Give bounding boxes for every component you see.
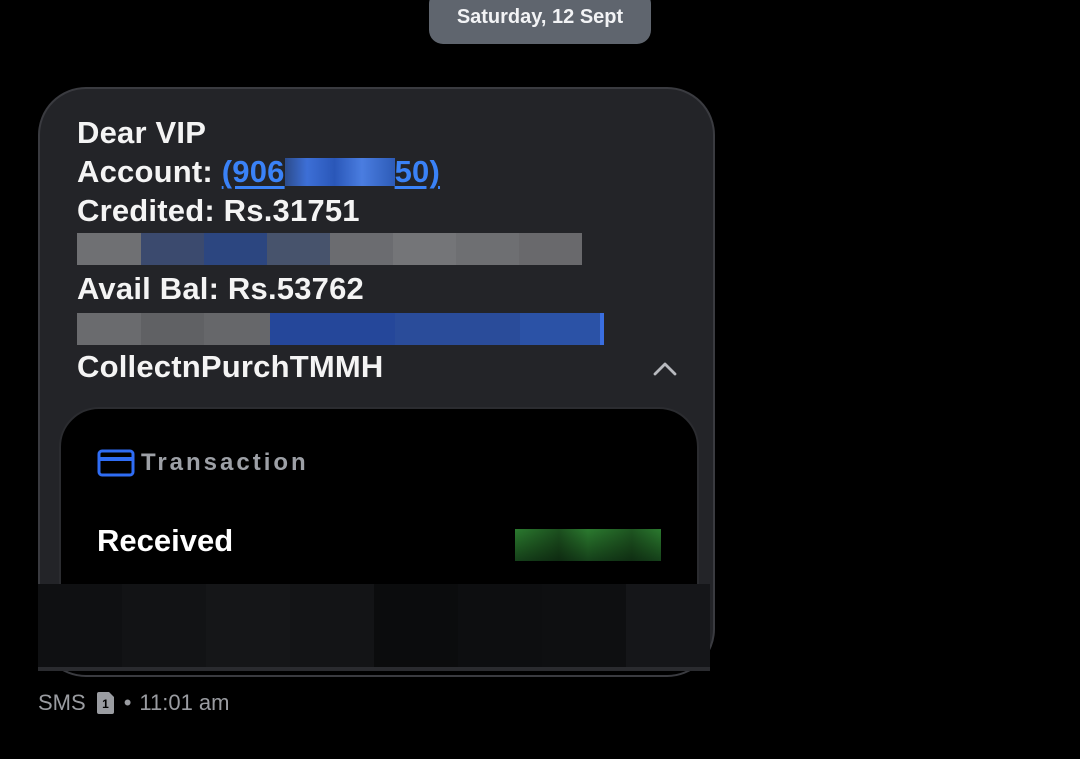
chevron-up-icon[interactable] <box>651 355 679 383</box>
blurred-overlay <box>38 584 710 670</box>
channel-label: SMS <box>38 690 86 715</box>
account-number-link[interactable]: (906 50) <box>222 154 440 189</box>
message-available-balance: Avail Bal: Rs.53762 <box>77 271 364 306</box>
account-label: Account: <box>77 154 222 189</box>
transaction-status: Received <box>97 523 234 558</box>
credit-card-icon <box>97 449 135 477</box>
amount-redaction <box>515 529 661 561</box>
svg-text:1: 1 <box>102 697 109 711</box>
message-greeting: Dear VIP <box>77 115 207 150</box>
date-header: Saturday, 12 Sept <box>429 0 651 44</box>
sim-1-icon: 1 <box>96 692 114 714</box>
message-footer: SMS 1 • 11:01 am <box>38 690 230 716</box>
message-account-line: Account: (906 50) <box>77 154 440 190</box>
divider <box>38 667 710 671</box>
timestamp: 11:01 am <box>139 690 230 715</box>
redacted-line-2 <box>77 313 605 345</box>
transaction-label: Transaction <box>141 449 309 476</box>
redacted-line-1 <box>77 233 582 265</box>
account-redaction <box>284 158 395 186</box>
message-credited: Credited: Rs.31751 <box>77 193 360 228</box>
separator-dot: • <box>123 690 132 715</box>
message-sender-ref: CollectnPurchTMMH <box>77 349 384 384</box>
